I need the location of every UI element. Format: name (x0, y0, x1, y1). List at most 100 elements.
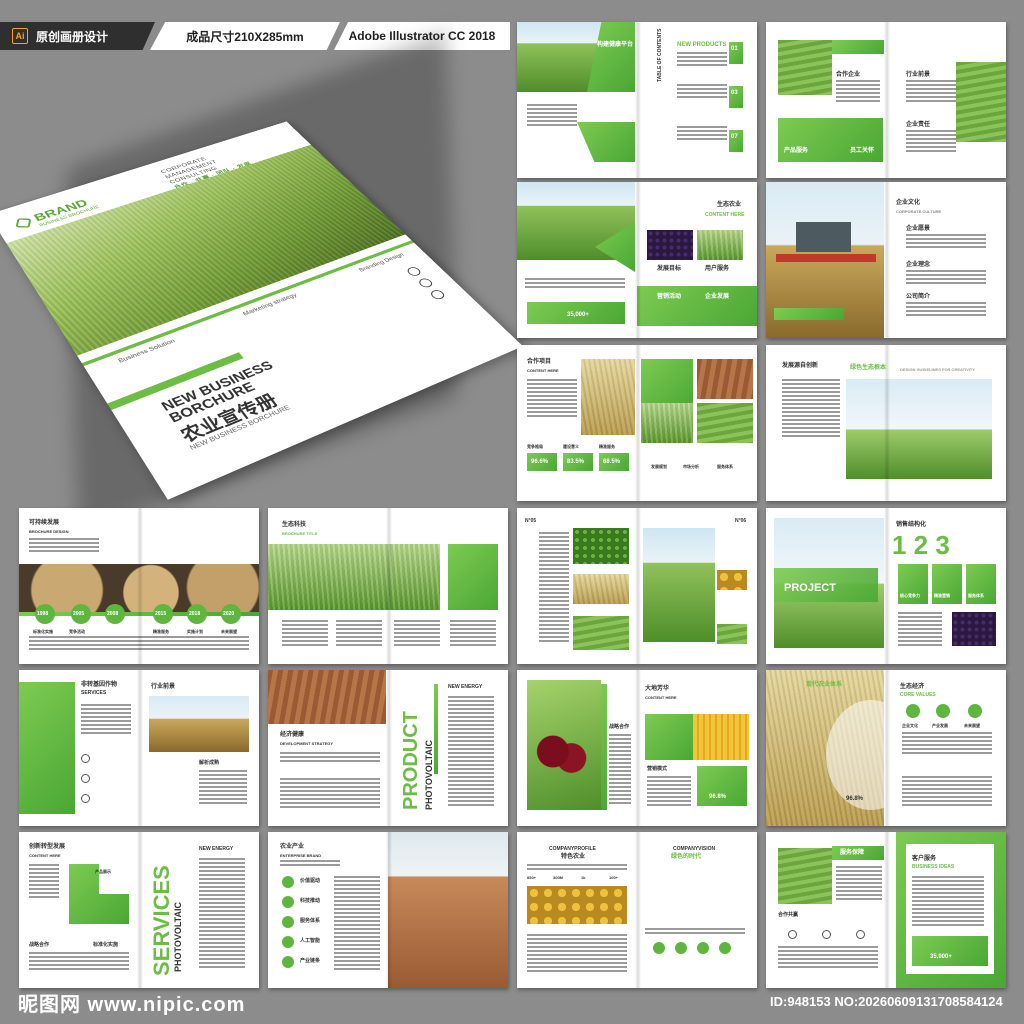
icon-row (525, 278, 625, 288)
feature-icon (282, 876, 294, 888)
wheat-photo (581, 359, 635, 435)
year-label: 2008 (107, 611, 119, 617)
tea-field-photo (778, 40, 832, 95)
green-panel (448, 544, 498, 610)
page-title: COMPANYVISION (673, 846, 716, 852)
toc-label: TABLE OF CONTENTS (657, 28, 663, 82)
panel-label: 企业发展 (705, 294, 730, 300)
vision-icon (653, 942, 665, 954)
page-title-cn: 绿色的时代 (671, 854, 702, 860)
panel-label: 营销活动 (657, 294, 682, 300)
text-lines (906, 80, 956, 102)
section-heading: 行业前景 (151, 684, 176, 690)
section-heading: 标准化实施 (93, 942, 119, 948)
section-heading: 行业前景 (906, 72, 931, 78)
bullet-icon (81, 774, 90, 783)
feature-label: 人工智能 (300, 938, 321, 944)
grape-photo (952, 612, 996, 646)
circle-icon (416, 277, 435, 289)
text-lines (280, 860, 340, 868)
spread-innovation: 发展源自创新 绿色生态根本 DESIGN GUIDELINES FOR CREA… (766, 345, 1006, 501)
panel-label: 员工关怀 (850, 148, 875, 154)
cover-item: Branding Design (357, 252, 406, 274)
card-subtitle: BUSINESS IDEAS (912, 864, 955, 870)
text-lines (394, 620, 440, 646)
service-icon (788, 930, 797, 939)
caption: 发展目标 (657, 266, 682, 272)
step-numbers: 1 2 3 (892, 530, 950, 560)
stat-label: 竞争格局 (527, 444, 543, 449)
page-title: COMPANYPROFILE (549, 846, 596, 852)
text-lines (645, 928, 745, 936)
stat-label: 精准服务 (599, 444, 615, 449)
page-title: 销售结构化 (896, 522, 927, 528)
card-title: 客户服务 (912, 856, 937, 862)
harvest-photo (573, 574, 629, 604)
page-title-cn: 特色农业 (561, 854, 586, 860)
value-icon (906, 704, 920, 718)
text-lines (677, 84, 727, 98)
green-panel (645, 714, 693, 760)
stat-value: 83.5% (567, 459, 585, 465)
icon-label: 市场分析 (683, 464, 699, 469)
design-label: Ai 原创画册设计 (0, 22, 155, 50)
design-type-label: 原创画册设计 (36, 29, 109, 44)
spread-products: N°05 N°06 (517, 508, 757, 664)
text-lines (527, 864, 627, 870)
cover-title: NEW BUSINESS BORCHURE 农业宣传册 NEW BUSINESS… (158, 358, 307, 456)
section-heading: 合作共赢 (778, 912, 799, 918)
watermark-id: ID:948153 NO:20260609131708584124 (770, 994, 1003, 1009)
hand-plant-photo (641, 403, 693, 443)
stat-value: 100+ (609, 875, 619, 880)
cover-icon-column (405, 265, 447, 301)
year-label: 2020 (223, 611, 235, 617)
page-subtitle: DEVELOPMENT STRATEGY (280, 741, 334, 746)
harvester-header (776, 254, 876, 262)
page-subtitle: SERVICES (81, 690, 107, 696)
page-title: 创新转型发展 (29, 844, 66, 850)
text-lines (647, 776, 691, 806)
stat-value: 96.8% (709, 794, 727, 800)
spread-sustainable: 可持续发展 BROCHURE DESIGN 1998 2005 2008 201… (19, 508, 259, 664)
text-lines (609, 734, 631, 804)
text-lines (29, 952, 129, 972)
hexagon-logo-icon (15, 218, 32, 228)
page-title: 生态科技 (282, 522, 307, 528)
text-lines (539, 532, 569, 642)
stat-label: 建设意义 (563, 444, 579, 449)
page-subtitle: BROCHURE TITLE (282, 531, 318, 536)
field-landscape-photo (846, 379, 992, 479)
stat-value: 96.6% (531, 459, 549, 465)
plowed-field-photo (268, 670, 386, 724)
stat-value: 68.5% (603, 459, 621, 465)
spread-service: 服务保障 合作共赢 客户服务 BUSINESS IDEAS 35,000+ (766, 832, 1006, 988)
text-lines (448, 696, 494, 806)
page-subtitle: CONTENT HERE (29, 853, 61, 858)
text-lines (527, 104, 577, 126)
value-icon (968, 704, 982, 718)
icon-label: 服务体系 (717, 464, 733, 469)
year-label: 2015 (155, 611, 167, 617)
stat-value: 1k (581, 875, 586, 880)
project-label: PROJECT (784, 582, 836, 594)
watermark-site: 昵图网 www.nipic.com (18, 994, 246, 1016)
field-photo (643, 528, 715, 642)
page-subtitle: CONTENT HERE (527, 368, 559, 373)
green-rule (601, 684, 607, 810)
milestone-label: 精准服务 (153, 629, 169, 634)
illustrator-icon: Ai (12, 28, 28, 44)
page-subtitle: CORE VALUES (900, 692, 936, 698)
text-lines (912, 876, 984, 926)
spread-eco: 35,000+ 生态农业 CONTENT HERE 发展目标 用户服务 营销活动… (517, 182, 757, 338)
soil-photo (697, 359, 753, 399)
tea-field-photo (778, 848, 832, 904)
text-lines (677, 52, 727, 66)
green-panel (778, 118, 883, 162)
step-label: 服务体系 (968, 593, 984, 598)
section-label: NEW PRODUCTS (677, 42, 727, 48)
text-lines (836, 866, 882, 902)
year-label: 2005 (73, 611, 85, 617)
step-label: 核心竞争力 (900, 593, 920, 598)
stat-value: 35,000+ (930, 954, 952, 960)
green-panel (637, 286, 757, 326)
